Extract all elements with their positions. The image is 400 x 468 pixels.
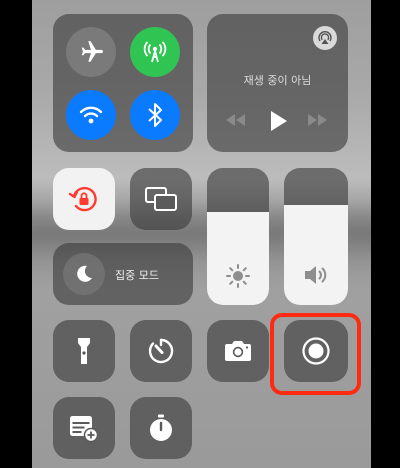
add-note-icon bbox=[70, 416, 99, 443]
control-center: 재생 중이 아님 집중 모드 bbox=[32, 0, 371, 468]
moon-icon bbox=[77, 265, 92, 282]
timer-icon bbox=[148, 338, 174, 364]
quick-note-button[interactable] bbox=[53, 397, 115, 459]
fast-forward-icon[interactable] bbox=[306, 113, 328, 127]
rewind-icon[interactable] bbox=[225, 113, 247, 127]
screen-mirroring-button[interactable] bbox=[130, 168, 192, 230]
rotation-lock-icon bbox=[68, 186, 97, 212]
cellular-data-toggle[interactable] bbox=[130, 27, 180, 77]
brightness-slider[interactable] bbox=[207, 168, 269, 305]
rotation-lock-toggle[interactable] bbox=[53, 168, 115, 230]
flashlight-icon bbox=[78, 338, 90, 364]
airplay-icon bbox=[318, 31, 332, 44]
focus-mode-icon-circle bbox=[63, 253, 105, 295]
camera-button[interactable] bbox=[207, 320, 269, 382]
timer-button[interactable] bbox=[130, 320, 192, 382]
wifi-toggle[interactable] bbox=[66, 90, 116, 140]
volume-slider-fill bbox=[284, 205, 348, 305]
now-playing-status: 재생 중이 아님 bbox=[243, 74, 312, 87]
cellular-antenna-icon bbox=[143, 41, 167, 63]
flashlight-button[interactable] bbox=[53, 320, 115, 382]
connectivity-panel bbox=[53, 14, 193, 152]
bluetooth-icon bbox=[148, 103, 162, 127]
screen-record-icon bbox=[302, 337, 330, 365]
stopwatch-button[interactable] bbox=[130, 397, 192, 459]
brightness-icon bbox=[226, 264, 250, 288]
play-icon[interactable] bbox=[268, 110, 288, 132]
screen-record-button[interactable] bbox=[284, 320, 348, 382]
stopwatch-icon bbox=[150, 414, 172, 441]
airplay-button[interactable] bbox=[313, 26, 337, 50]
now-playing-panel[interactable]: 재생 중이 아님 bbox=[207, 14, 348, 152]
camera-icon bbox=[225, 341, 251, 361]
focus-mode-button[interactable]: 집중 모드 bbox=[53, 243, 193, 305]
wifi-icon bbox=[79, 106, 103, 124]
brightness-slider-fill bbox=[207, 211, 269, 305]
speaker-volume-icon bbox=[305, 266, 327, 284]
airplane-icon bbox=[81, 41, 103, 62]
bluetooth-toggle[interactable] bbox=[130, 90, 180, 140]
focus-mode-label: 집중 모드 bbox=[115, 269, 159, 282]
volume-slider[interactable] bbox=[284, 168, 348, 305]
airplane-mode-toggle[interactable] bbox=[66, 27, 116, 77]
screen-mirroring-icon bbox=[145, 187, 177, 211]
